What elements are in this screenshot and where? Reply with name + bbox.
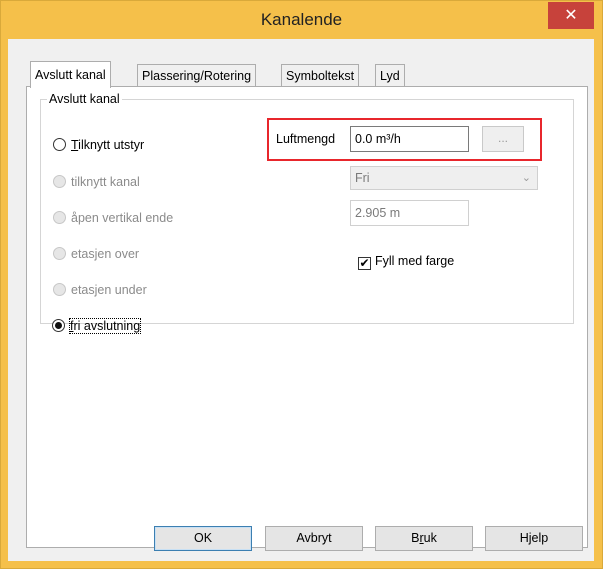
fill-color-checkbox-row[interactable]: ✔ Fyll med farge (358, 252, 454, 270)
tab-lyd[interactable]: Lyd (375, 64, 405, 87)
fill-color-label: Fyll med farge (375, 254, 455, 268)
tab-symboltekst[interactable]: Symboltekst (281, 64, 360, 87)
chevron-down-icon: ⌄ (521, 172, 531, 184)
title-bar[interactable]: Kanalende ✕ (1, 1, 602, 39)
window-title: Kanalende (260, 10, 343, 29)
apply-button[interactable]: Bruk (375, 526, 473, 551)
radio-label: fri avslutning (68, 318, 142, 334)
radio-label: Tilknytt utstyr (71, 138, 145, 152)
dialog-client-area: Avslutt kanal Plassering/Rotering Symbol… (8, 39, 594, 561)
radio-apen-vertikal-ende[interactable]: åpen vertikal ende (53, 209, 173, 227)
radio-circle[interactable] (53, 247, 66, 260)
radio-label: tilknytt kanal (71, 175, 140, 189)
radio-circle[interactable] (53, 211, 66, 224)
radio-fri-avslutning[interactable]: fri avslutning (52, 317, 142, 335)
radio-etasjen-under[interactable]: etasjen under (53, 281, 147, 299)
airflow-label: Luftmengd (276, 132, 336, 146)
airflow-browse-button[interactable]: ... (482, 126, 524, 152)
radio-circle[interactable] (53, 138, 66, 151)
tab-plassering-rotering[interactable]: Plassering/Rotering (137, 64, 257, 87)
cancel-button[interactable]: Avbryt (265, 526, 363, 551)
close-button[interactable]: ✕ (548, 2, 594, 29)
radio-label: åpen vertikal ende (71, 211, 174, 225)
radio-tilknytt-utstyr[interactable]: Tilknytt utstyr (53, 136, 144, 154)
kanal-select[interactable]: Fri ⌄ (350, 166, 538, 190)
radio-label: etasjen under (71, 283, 147, 297)
group-avslutt-kanal: Avslutt kanal Tilknytt utstyr tilknytt k… (40, 92, 574, 324)
radio-tilknytt-kanal[interactable]: tilknytt kanal (53, 173, 140, 191)
dialog-window: Kanalende ✕ Avslutt kanal Plassering/Rot… (0, 0, 603, 569)
tab-avslutt-kanal[interactable]: Avslutt kanal (30, 61, 111, 88)
radio-label: etasjen over (71, 247, 140, 261)
radio-selected-dot (55, 322, 62, 329)
close-icon: ✕ (564, 7, 578, 24)
height-input[interactable]: 2.905 m (350, 200, 469, 226)
radio-circle[interactable] (52, 319, 65, 332)
radio-etasjen-over[interactable]: etasjen over (53, 245, 139, 263)
radio-circle[interactable] (53, 283, 66, 296)
ok-button[interactable]: OK (154, 526, 252, 551)
tab-panel: Avslutt kanal Tilknytt utstyr tilknytt k… (26, 86, 588, 548)
radio-circle[interactable] (53, 175, 66, 188)
kanal-select-value: Fri (355, 171, 370, 185)
fill-color-checkbox[interactable]: ✔ (358, 257, 371, 270)
help-button[interactable]: Hjelp (485, 526, 583, 551)
group-label: Avslutt kanal (47, 92, 122, 106)
airflow-input[interactable]: 0.0 m³/h (350, 126, 469, 152)
